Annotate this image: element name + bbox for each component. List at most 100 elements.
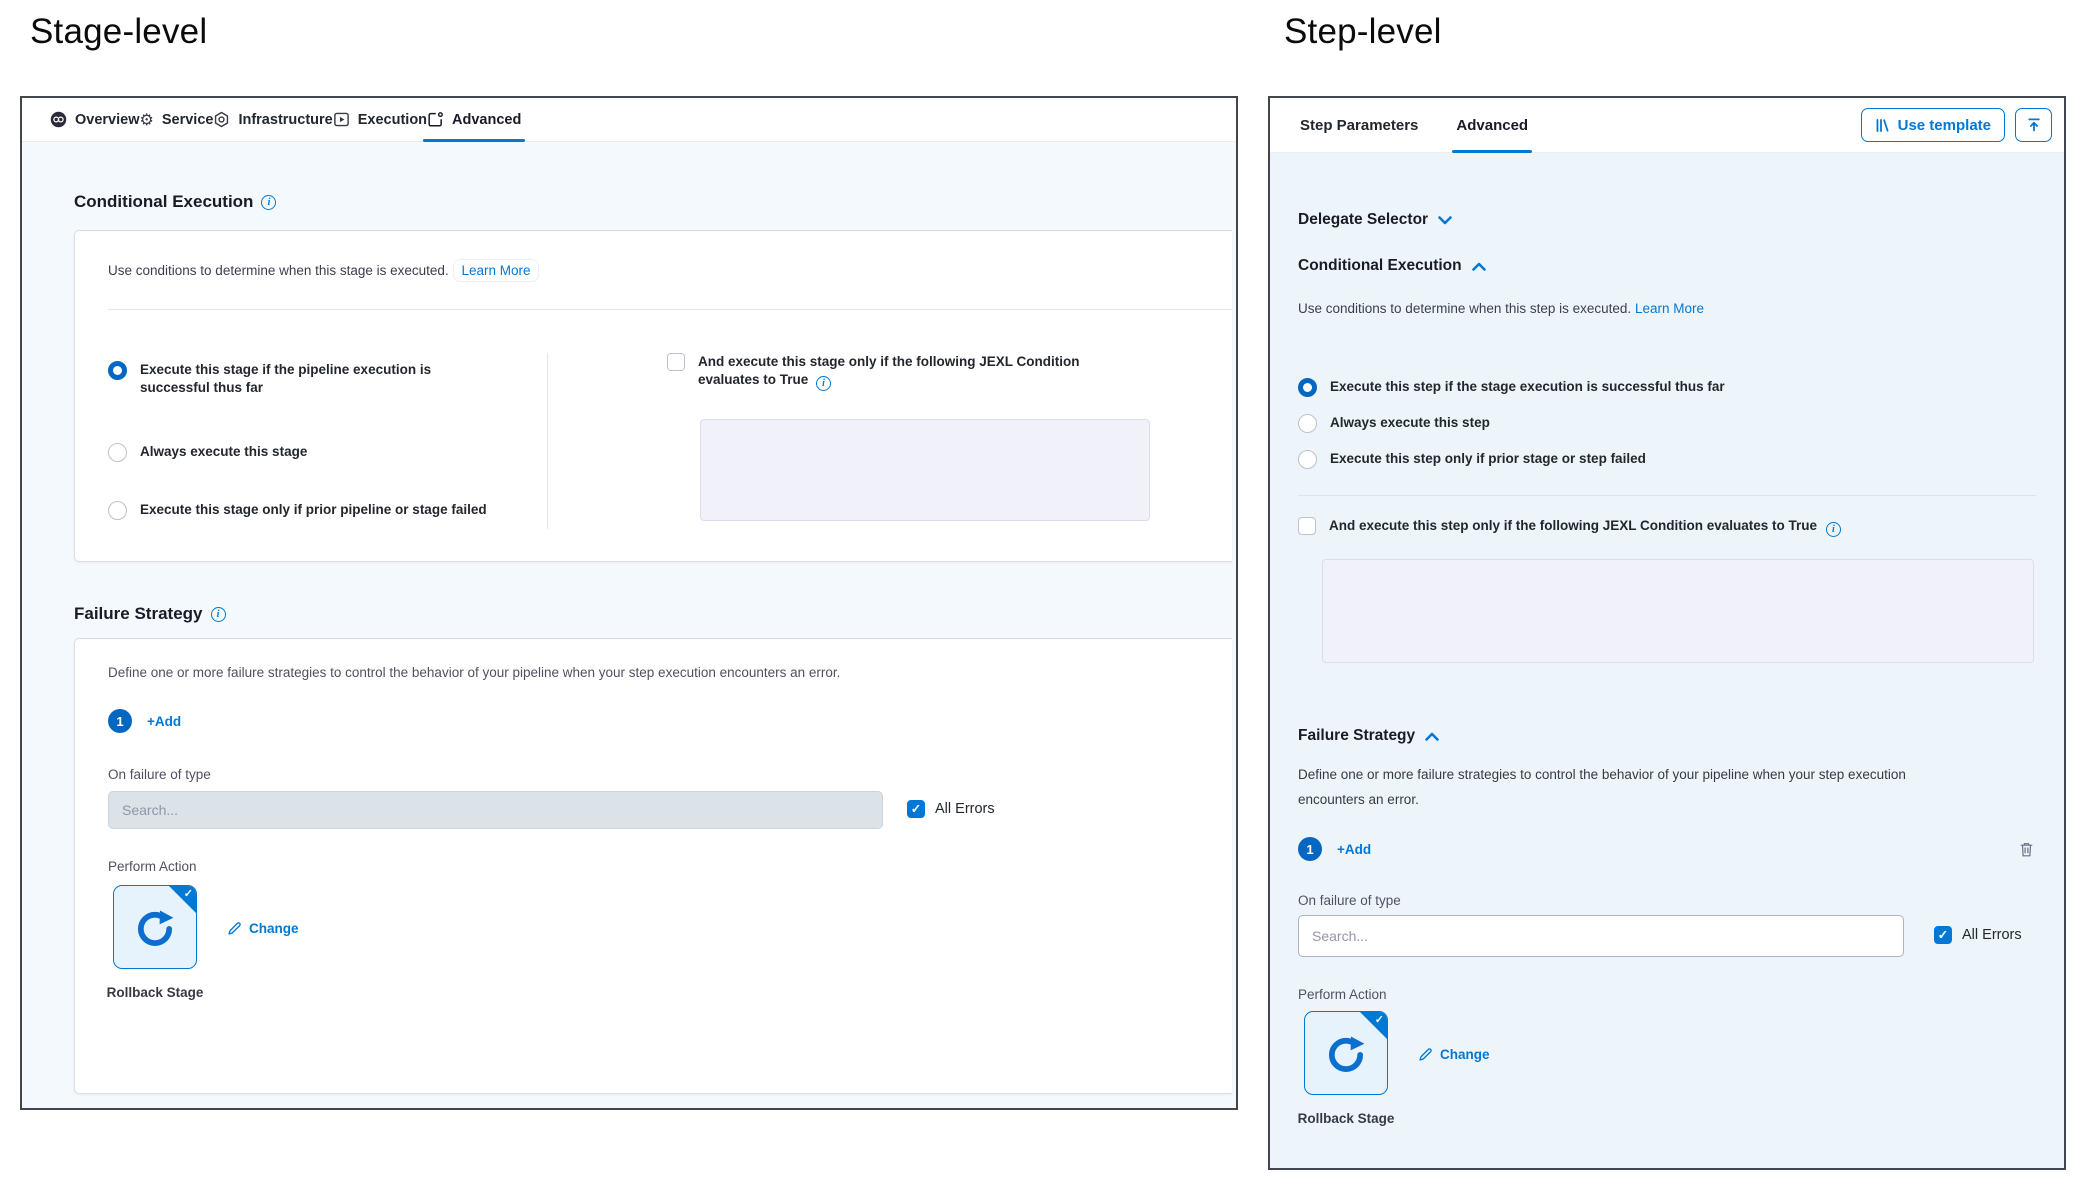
tab-execution[interactable]: Execution xyxy=(333,98,427,141)
radio-always-execute[interactable]: Always execute this step xyxy=(1298,414,1490,433)
heading-text: Conditional Execution xyxy=(74,192,253,212)
pencil-icon xyxy=(1418,1047,1433,1062)
conditional-execution-card: Use conditions to determine when this st… xyxy=(74,230,1232,562)
use-template-label: Use template xyxy=(1898,117,1991,134)
info-icon[interactable] xyxy=(1826,522,1841,537)
conditional-execution-heading: Conditional Execution xyxy=(1298,257,1462,275)
template-icon xyxy=(1875,118,1890,133)
tab-label: Step Parameters xyxy=(1300,117,1418,134)
step-tabbar: Step Parameters Advanced Use template xyxy=(1270,98,2064,153)
use-template-button[interactable]: Use template xyxy=(1861,108,2005,142)
add-strategy-button[interactable]: +Add xyxy=(147,714,181,729)
failure-strategy-description: Define one or more failure strategies to… xyxy=(108,665,840,680)
rollback-stage-action-card[interactable] xyxy=(113,885,197,969)
jexl-label: And execute this step only if the follow… xyxy=(1329,518,1817,533)
all-errors-checkbox-row[interactable]: All Errors xyxy=(1934,926,2022,944)
conditional-execution-section[interactable]: Conditional Execution xyxy=(1298,257,1486,275)
radio-label: Always execute this step xyxy=(1330,414,1490,432)
all-errors-label: All Errors xyxy=(1962,927,2022,943)
stage-panel-body: Conditional Execution Use conditions to … xyxy=(22,142,1236,1108)
screenshot-root: Stage-level Step-level Overview ⚙ Servic… xyxy=(0,0,2087,1189)
failure-type-search-input[interactable] xyxy=(1298,915,1904,957)
change-action-link[interactable]: Change xyxy=(1418,1047,1490,1062)
tab-step-parameters[interactable]: Step Parameters xyxy=(1300,98,1418,152)
upload-icon xyxy=(2026,117,2042,133)
step-panel-body: Delegate Selector Conditional Execution … xyxy=(1270,153,2064,1168)
tab-overview[interactable]: Overview xyxy=(50,98,140,141)
jexl-condition-checkbox-row[interactable]: And execute this step only if the follow… xyxy=(1298,517,2038,537)
learn-more-link[interactable]: Learn More xyxy=(453,259,538,282)
conditional-execution-description: Use conditions to determine when this st… xyxy=(108,261,539,281)
checkbox-checked-icon xyxy=(1934,926,1952,944)
add-strategy-button[interactable]: +Add xyxy=(1337,842,1371,857)
failure-strategy-description: Define one or more failure strategies to… xyxy=(1298,763,1923,813)
checkbox-checked-icon xyxy=(907,800,925,818)
advanced-icon xyxy=(427,111,444,128)
radio-icon xyxy=(1298,450,1317,469)
info-icon[interactable] xyxy=(211,607,226,622)
trash-icon xyxy=(2019,841,2034,858)
info-icon[interactable] xyxy=(816,376,831,391)
check-icon xyxy=(184,887,193,900)
divider xyxy=(108,309,1232,310)
change-label: Change xyxy=(1440,1047,1490,1062)
checkbox-icon xyxy=(667,353,685,371)
overview-icon xyxy=(50,111,67,128)
stage-level-title: Stage-level xyxy=(30,12,207,52)
divider xyxy=(1298,495,2036,496)
radio-icon xyxy=(108,443,127,462)
radio-execute-if-failed[interactable]: Execute this stage only if prior pipelin… xyxy=(108,501,528,520)
on-failure-label: On failure of type xyxy=(108,767,211,782)
failure-type-search-input[interactable] xyxy=(108,791,883,829)
tab-service[interactable]: ⚙ Service xyxy=(140,98,214,141)
heading-text: Failure Strategy xyxy=(74,604,203,624)
radio-label: Execute this step if the stage execution… xyxy=(1330,378,1725,396)
delegate-selector-section[interactable]: Delegate Selector xyxy=(1298,211,1452,229)
jexl-condition-input[interactable] xyxy=(1322,559,2034,663)
description-text: Use conditions to determine when this st… xyxy=(108,263,449,278)
checkbox-icon xyxy=(1298,517,1316,535)
tab-label: Advanced xyxy=(1456,117,1528,134)
radio-execute-if-failed[interactable]: Execute this step only if prior stage or… xyxy=(1298,450,1646,469)
perform-action-label: Perform Action xyxy=(1298,987,1387,1002)
step-level-title: Step-level xyxy=(1284,12,1442,52)
conditional-execution-description: Use conditions to determine when this st… xyxy=(1298,299,1704,319)
strategy-count-badge[interactable]: 1 xyxy=(108,709,132,733)
service-gear-icon: ⚙ xyxy=(140,112,154,128)
chevron-up-icon xyxy=(1425,732,1439,741)
failure-strategy-section[interactable]: Failure Strategy xyxy=(1298,727,1439,745)
tab-label: Execution xyxy=(358,112,427,128)
radio-execute-if-successful[interactable]: Execute this step if the stage execution… xyxy=(1298,378,1725,397)
selected-action-label: Rollback Stage xyxy=(1296,1109,1396,1129)
strategy-count-badge[interactable]: 1 xyxy=(1298,837,1322,861)
jexl-condition-checkbox-row[interactable]: And execute this stage only if the follo… xyxy=(667,353,1137,391)
info-icon[interactable] xyxy=(261,195,276,210)
delegate-selector-heading: Delegate Selector xyxy=(1298,211,1428,229)
jexl-condition-input[interactable] xyxy=(700,419,1150,521)
check-icon xyxy=(1375,1013,1384,1026)
radio-execute-if-successful[interactable]: Execute this stage if the pipeline execu… xyxy=(108,361,478,397)
delete-strategy-button[interactable] xyxy=(2019,841,2034,858)
all-errors-checkbox-row[interactable]: All Errors xyxy=(907,800,995,818)
tab-infrastructure[interactable]: Infrastructure xyxy=(213,98,332,141)
stage-advanced-panel: Overview ⚙ Service Infrastructure Execut… xyxy=(20,96,1238,1110)
rollback-stage-action-card[interactable] xyxy=(1304,1011,1388,1095)
radio-icon xyxy=(1298,414,1317,433)
radio-label: Execute this stage if the pipeline execu… xyxy=(140,361,455,397)
description-text: Use conditions to determine when this st… xyxy=(1298,301,1631,316)
conditional-execution-heading: Conditional Execution xyxy=(74,192,276,212)
tab-advanced[interactable]: Advanced xyxy=(427,98,521,141)
radio-label: Always execute this stage xyxy=(140,443,307,461)
radio-label: Execute this step only if prior stage or… xyxy=(1330,450,1646,468)
tabbar-actions: Use template xyxy=(1861,108,2052,142)
save-as-template-button[interactable] xyxy=(2015,108,2052,142)
change-label: Change xyxy=(249,921,299,936)
radio-always-execute[interactable]: Always execute this stage xyxy=(108,443,478,462)
chevron-down-icon xyxy=(1438,216,1452,225)
selected-action-label: Rollback Stage xyxy=(105,983,205,1003)
infrastructure-icon xyxy=(213,111,230,128)
tab-advanced[interactable]: Advanced xyxy=(1456,98,1528,152)
change-action-link[interactable]: Change xyxy=(227,921,299,936)
radio-label: Execute this stage only if prior pipelin… xyxy=(140,501,487,519)
learn-more-link[interactable]: Learn More xyxy=(1635,301,1704,316)
